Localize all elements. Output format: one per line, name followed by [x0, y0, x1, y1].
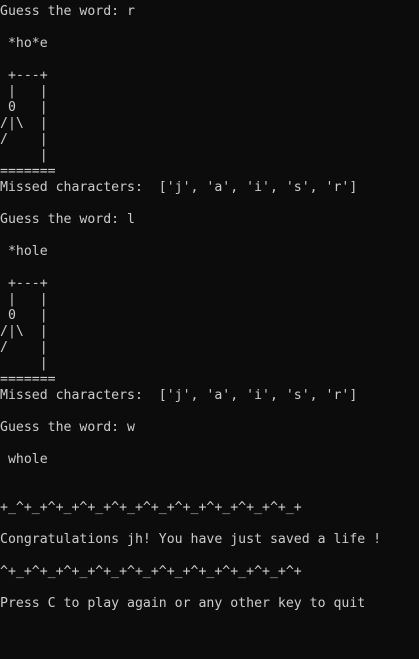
missed-characters: Missed characters: ['j', 'a', 'i', 's', … [0, 180, 358, 195]
gallows-line: +---+ [0, 276, 48, 291]
gallows-line: | | [0, 84, 48, 99]
play-again-prompt: Press C to play again or any other key t… [0, 596, 366, 611]
gallows-line: /|\ | [0, 116, 48, 131]
gallows-line: 0 | [0, 100, 48, 115]
congratulations-message: Congratulations jh! You have just saved … [0, 532, 382, 547]
gallows-line: / | [0, 132, 48, 147]
revealed-word: whole [0, 452, 48, 467]
guess-prompt: Guess the word: l [0, 212, 135, 227]
guess-prompt: Guess the word: w [0, 420, 135, 435]
gallows-line: | [0, 148, 48, 163]
gallows-line: 0 | [0, 308, 48, 323]
gallows-base: ======= [0, 164, 56, 179]
gallows-line: +---+ [0, 68, 48, 83]
gallows-line: / | [0, 340, 48, 355]
gallows-line: | [0, 356, 48, 371]
guess-prompt: Guess the word: r [0, 4, 135, 19]
masked-word: *ho*e [0, 36, 48, 51]
missed-characters: Missed characters: ['j', 'a', 'i', 's', … [0, 388, 358, 403]
console-window[interactable]: Guess the word: r *ho*e +---+ | | 0 | /|… [0, 0, 419, 659]
decorative-border: +_^+_+^+_+^+_+^+_+^+_+^+_+^+_+^+_+^+_+ [0, 500, 302, 515]
gallows-line: | | [0, 292, 48, 307]
gallows-line: /|\ | [0, 324, 48, 339]
masked-word: *hole [0, 244, 48, 259]
decorative-border: ^+_+^+_+^+_+^+_+^+_+^+_+^+_+^+_+^+_+^+ [0, 564, 302, 579]
gallows-base: ======= [0, 372, 56, 387]
